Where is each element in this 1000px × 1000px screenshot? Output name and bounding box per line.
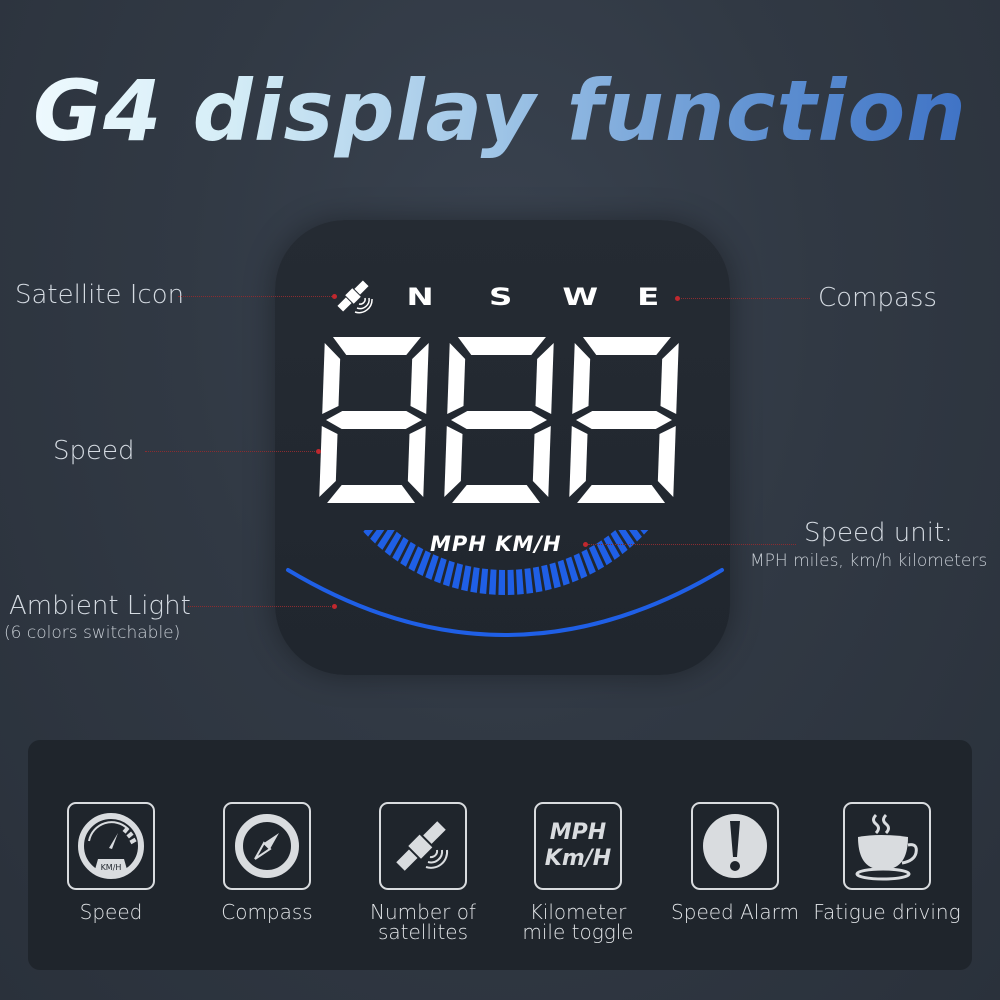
unit-toggle-line1: MPH bbox=[549, 820, 607, 845]
feature-satellites: Number of satellites bbox=[348, 802, 498, 942]
speedometer-badge: KM/H bbox=[101, 863, 122, 872]
compass-letter-e: E bbox=[637, 283, 660, 311]
callout-ambient-leader bbox=[188, 606, 333, 607]
callout-ambient-dot bbox=[332, 604, 337, 609]
ambient-light-segment bbox=[541, 564, 552, 591]
callout-compass-dot bbox=[675, 296, 680, 301]
callout-compass-label: Compass bbox=[818, 283, 937, 313]
ambient-light-segment bbox=[488, 569, 497, 595]
feature-label: Fatigue driving bbox=[813, 900, 961, 924]
unit-toggle-line2: Km/H bbox=[544, 846, 612, 871]
ambient-light-segment bbox=[470, 567, 480, 593]
ambient-light-segment bbox=[516, 569, 524, 595]
compass-icon bbox=[235, 814, 299, 878]
callout-speed-unit-dot bbox=[583, 542, 588, 547]
alarm-icon bbox=[703, 814, 767, 878]
digit-segment bbox=[577, 485, 666, 503]
callout-speed-unit-title: Speed unit: bbox=[804, 518, 953, 548]
feature-label: Compass bbox=[221, 900, 313, 924]
digit-segment bbox=[569, 426, 588, 497]
callout-speed-leader bbox=[145, 451, 317, 452]
digit-segment bbox=[319, 426, 338, 497]
compass-letter-n: N bbox=[406, 283, 434, 311]
feature-speed-alarm: Speed Alarm bbox=[660, 802, 810, 922]
ambient-light-segment bbox=[479, 568, 489, 595]
feature-label-line2: satellites bbox=[377, 920, 469, 944]
feature-label: Speed Alarm bbox=[671, 900, 799, 924]
digit-segment bbox=[535, 343, 554, 414]
digit-segment bbox=[532, 426, 551, 497]
ambient-light-segment bbox=[507, 569, 515, 595]
compass-letter-s: S bbox=[488, 283, 513, 311]
feature-speed: KM/H Speed bbox=[36, 802, 186, 922]
callout-ambient-desc: (6 colors switchable) bbox=[4, 623, 181, 643]
digit-segment bbox=[582, 337, 671, 355]
ambient-light-segment bbox=[498, 569, 505, 595]
feature-label: Speed bbox=[79, 900, 143, 924]
digit-segment bbox=[327, 485, 416, 503]
feature-label-line1: Number of bbox=[370, 900, 476, 924]
digit-segment bbox=[660, 343, 679, 414]
digit-segment bbox=[576, 411, 672, 429]
feature-compass: Compass bbox=[192, 802, 342, 922]
digit-segment bbox=[407, 426, 426, 497]
compass-letter-w: W bbox=[562, 283, 599, 311]
callout-satellite-label: Satellite Icon bbox=[15, 280, 185, 310]
callout-satellite-dot bbox=[332, 294, 337, 299]
digit-segment bbox=[326, 411, 422, 429]
callout-speed-label: Speed bbox=[53, 436, 135, 466]
page-title: G4 display function bbox=[0, 62, 1000, 160]
speed-display bbox=[319, 337, 679, 503]
callout-speed-unit-leader bbox=[588, 544, 796, 545]
coffee-cup-icon bbox=[855, 813, 918, 881]
digit-segment bbox=[657, 426, 676, 497]
ambient-light-segment bbox=[524, 568, 534, 594]
speedometer-icon: KM/H bbox=[78, 813, 144, 879]
feature-unit-toggle: MPH Km/H Kilometer mile toggle bbox=[503, 802, 653, 942]
ambient-light-segment bbox=[461, 565, 472, 592]
callout-speed-dot bbox=[316, 449, 321, 454]
feature-label-line2: mile toggle bbox=[522, 920, 634, 944]
callout-compass-leader bbox=[678, 298, 810, 299]
digit-segment bbox=[447, 343, 466, 414]
feature-label-line1: Kilometer bbox=[529, 900, 627, 924]
callout-speed-unit-desc: MPH miles, km/h kilometers bbox=[750, 551, 988, 571]
digit-segment bbox=[572, 343, 591, 414]
digit-segment bbox=[444, 426, 463, 497]
callout-ambient-title: Ambient Light bbox=[9, 591, 191, 621]
digit-segment bbox=[457, 337, 546, 355]
digit-segment bbox=[322, 343, 341, 414]
satellite-icon bbox=[396, 821, 449, 871]
digit-segment bbox=[451, 411, 547, 429]
ambient-light-segment bbox=[532, 566, 543, 593]
feature-fatigue: Fatigue driving bbox=[812, 802, 962, 922]
digit-segment bbox=[332, 337, 421, 355]
satellite-icon bbox=[337, 280, 373, 314]
digit-segment bbox=[452, 485, 541, 503]
ambient-light-bar bbox=[286, 530, 724, 637]
digit-segment bbox=[410, 343, 429, 414]
callout-satellite-leader bbox=[178, 296, 334, 297]
